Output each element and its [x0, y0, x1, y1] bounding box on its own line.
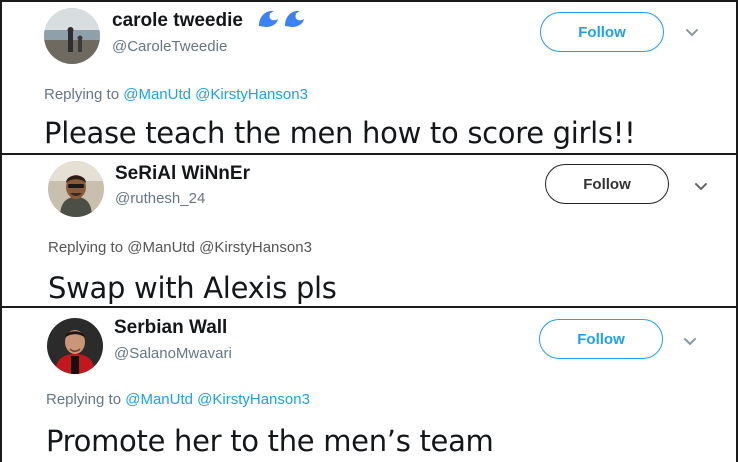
tweet-card: SeRiAl WiNnEr @ruthesh_24 Follow Replyin…: [2, 155, 736, 307]
tweet-card: Serbian Wall @SalanoMwavari Follow Reply…: [2, 308, 736, 462]
user-handle[interactable]: @CaroleTweedie: [112, 38, 227, 55]
mention-link[interactable]: @ManUtd: [127, 239, 195, 256]
user-handle[interactable]: @SalanoMwavari: [114, 345, 232, 362]
mention-link[interactable]: @KirstyHanson3: [197, 391, 310, 408]
avatar[interactable]: [47, 318, 103, 374]
tweet-text: Swap with Alexis pls: [48, 271, 337, 305]
avatar[interactable]: [44, 8, 100, 64]
mention-link[interactable]: @ManUtd: [125, 391, 193, 408]
display-name[interactable]: Serbian Wall: [114, 317, 227, 339]
replying-to-line: Replying to @ManUtd @KirstyHanson3: [46, 391, 310, 408]
mention-link[interactable]: @ManUtd: [123, 86, 191, 103]
display-name[interactable]: SeRiAl WiNnEr: [115, 163, 250, 185]
avatar[interactable]: [48, 161, 104, 217]
tweet-text: Promote her to the men’s team: [46, 424, 494, 458]
water-wave-emoji: [256, 8, 306, 28]
chevron-down-icon[interactable]: [692, 177, 710, 195]
display-name[interactable]: carole tweedie: [112, 8, 306, 32]
mention-link[interactable]: @KirstyHanson3: [195, 86, 308, 103]
mention-link[interactable]: @KirstyHanson3: [199, 239, 312, 256]
chevron-down-icon[interactable]: [683, 23, 701, 41]
follow-button[interactable]: Follow: [539, 319, 663, 359]
replying-to-line: Replying to @ManUtd @KirstyHanson3: [48, 239, 312, 256]
follow-button[interactable]: Follow: [540, 12, 664, 52]
user-handle[interactable]: @ruthesh_24: [115, 190, 205, 207]
follow-button[interactable]: Follow: [545, 164, 669, 204]
replying-to-line: Replying to @ManUtd @KirstyHanson3: [44, 86, 308, 103]
tweet-text: Please teach the men how to score girls!…: [44, 116, 636, 150]
chevron-down-icon[interactable]: [681, 332, 699, 350]
tweet-screenshot-collage: carole tweedie @CaroleTweedie Follow Rep…: [0, 0, 738, 462]
tweet-card: carole tweedie @CaroleTweedie Follow Rep…: [2, 2, 736, 154]
